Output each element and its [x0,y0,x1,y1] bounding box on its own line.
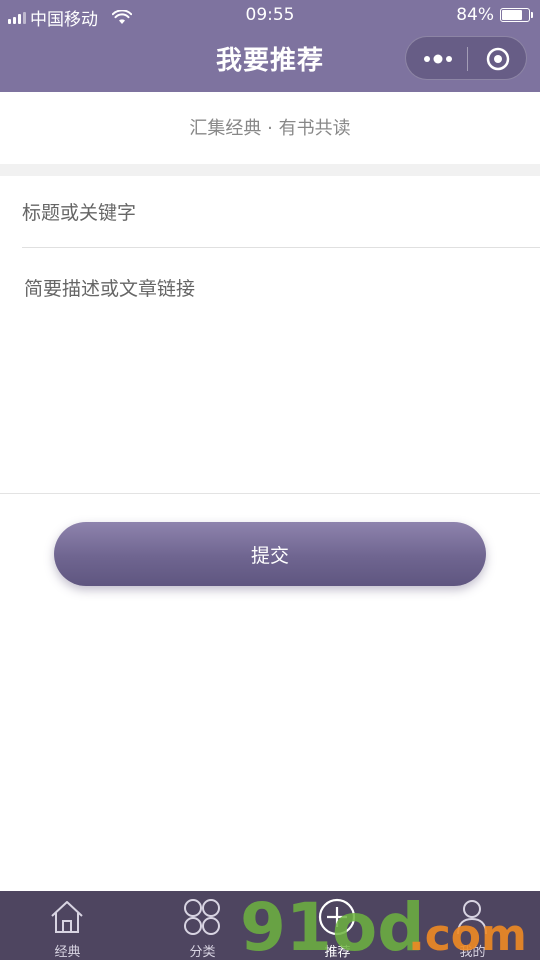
submit-button[interactable]: 提交 [54,522,486,586]
capsule-divider [467,47,468,71]
more-dots-icon[interactable] [422,51,454,67]
divider [22,247,540,248]
description-input[interactable] [24,274,524,474]
tab-label: 推荐 [324,945,351,960]
title-keyword-input[interactable] [22,198,522,228]
tab-bar: 经典 分类 推荐 我的 [0,891,540,960]
battery-percent: 84% [456,5,494,25]
divider [0,493,540,494]
tab-recommend[interactable]: 推荐 [270,891,405,960]
home-icon [51,901,83,933]
grid-icon [184,899,220,935]
person-icon [457,900,487,935]
header: 中国移动 09:55 84% 我要推荐 [0,0,540,92]
status-right: 84% [456,5,533,25]
tab-mine[interactable]: 我的 [405,891,540,960]
recommend-page: 中国移动 09:55 84% 我要推荐 汇集经典 · 有书共读 标题或关键字 简… [0,0,540,960]
mini-program-capsule [405,36,527,80]
target-circle-icon[interactable] [486,47,510,71]
plus-circle-icon [318,898,356,936]
tab-label: 经典 [54,945,81,960]
status-bar: 中国移动 09:55 84% [0,0,540,30]
tab-categories[interactable]: 分类 [135,891,270,960]
battery-icon [500,8,533,22]
tab-label: 我的 [459,945,486,960]
tab-classics[interactable]: 经典 [0,891,135,960]
tab-label: 分类 [189,945,216,960]
section-gap [0,164,540,176]
slogan: 汇集经典 · 有书共读 [189,118,351,139]
